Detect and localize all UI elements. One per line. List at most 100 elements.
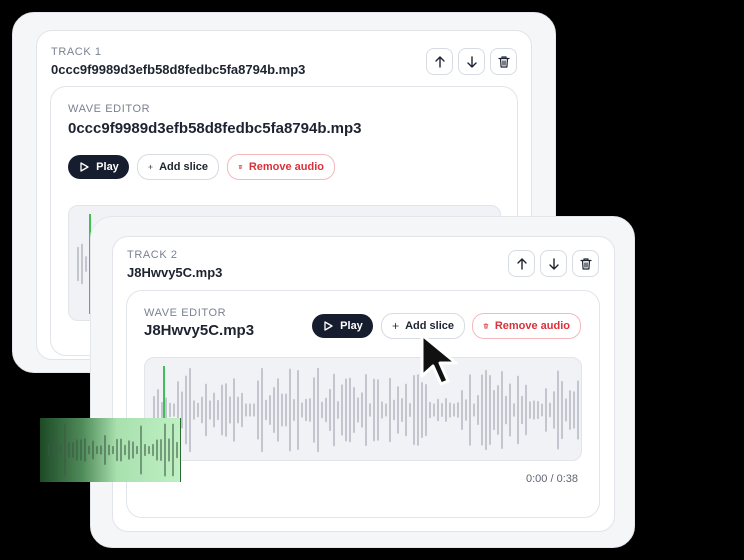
wave-bar <box>116 438 118 462</box>
wave-bar <box>92 440 94 460</box>
wave-bar <box>172 423 174 477</box>
play-button[interactable]: Play <box>68 155 129 179</box>
track-label: TRACK 2 <box>127 249 178 261</box>
wave-bar <box>425 383 427 437</box>
wave-bar <box>68 441 70 459</box>
play-icon <box>324 321 333 331</box>
wave-bar <box>549 402 551 418</box>
wave-bar <box>273 386 275 434</box>
wave-bar <box>52 445 54 455</box>
wave-bar <box>301 402 303 418</box>
wave-bar <box>269 395 271 425</box>
wave-editor-label: WAVE EDITOR <box>68 103 151 115</box>
wave-bar <box>397 386 399 434</box>
wave-bar <box>437 398 439 422</box>
wave-bar <box>108 444 110 456</box>
wave-bar <box>85 256 87 272</box>
track-filename: 0ccc9f9989d3efb58d8fedbc5fa8794b.mp3 <box>51 62 306 77</box>
wave-bar <box>361 392 363 428</box>
delete-track-button[interactable] <box>490 48 517 75</box>
trash-icon <box>497 55 510 68</box>
wave-bar <box>385 403 387 417</box>
wave-bar <box>253 403 255 417</box>
wave-bar <box>305 398 307 422</box>
wave-bar <box>329 388 331 432</box>
wave-bar <box>449 402 451 418</box>
wave-bar <box>185 375 187 445</box>
wave-bar <box>353 386 355 434</box>
play-label: Play <box>96 161 119 173</box>
wave-bar <box>124 444 126 456</box>
wave-bar <box>377 379 379 441</box>
wave-bar <box>193 400 195 420</box>
wave-bar <box>481 374 483 446</box>
arrow-down-icon <box>548 257 559 270</box>
wave-bar <box>96 445 98 455</box>
wave-bar <box>81 243 83 285</box>
move-up-button[interactable] <box>426 48 453 75</box>
wave-bar <box>465 399 467 421</box>
wave-bar <box>433 403 435 417</box>
arrow-down-icon <box>466 55 477 68</box>
trash-icon <box>238 165 243 170</box>
wave-bar <box>373 378 375 442</box>
wave-bar <box>173 403 175 417</box>
wave-bar <box>60 445 62 455</box>
wave-bar <box>321 401 323 419</box>
wave-bar <box>209 400 211 420</box>
wave-bar <box>553 391 555 429</box>
wave-bar <box>521 395 523 425</box>
playback-time: 0:00 / 0:38 <box>526 473 578 485</box>
track-label: TRACK 1 <box>51 46 102 58</box>
add-slice-button[interactable]: Add slice <box>137 154 219 180</box>
wave-bar <box>401 398 403 422</box>
cursor-arrow-icon <box>420 333 458 386</box>
wave-bar <box>48 443 50 457</box>
wave-bar <box>561 380 563 440</box>
wave-bar <box>557 370 559 450</box>
wave-bar <box>205 383 207 437</box>
wave-bar <box>445 397 447 423</box>
wave-bar <box>533 400 535 420</box>
wave-bar <box>381 401 383 419</box>
delete-track-button[interactable] <box>572 250 599 277</box>
remove-audio-button[interactable]: Remove audio <box>227 154 335 180</box>
move-down-button[interactable] <box>540 250 567 277</box>
wave-bar <box>505 395 507 425</box>
wave-bar <box>341 384 343 436</box>
wave-bar <box>313 377 315 443</box>
wave-bar <box>461 390 463 430</box>
wave-editor-2: WAVE EDITOR J8Hwvy5C.mp3 Play Add slice … <box>126 290 600 518</box>
wave-bar <box>413 374 415 446</box>
add-slice-label: Add slice <box>405 320 454 332</box>
wave-bar <box>72 442 74 458</box>
wave-bar <box>140 425 142 475</box>
wave-bar <box>365 373 367 447</box>
wave-bar <box>345 378 347 442</box>
wave-bar <box>517 375 519 445</box>
wave-bar <box>469 374 471 446</box>
wave-bar <box>393 399 395 421</box>
wave-bar <box>453 403 455 417</box>
remove-audio-button[interactable]: Remove audio <box>472 313 581 339</box>
wave-bar <box>136 445 138 455</box>
wave-bar <box>77 246 79 282</box>
slice-region[interactable] <box>40 418 181 482</box>
wave-bar <box>100 445 102 455</box>
waveform[interactable] <box>144 357 582 461</box>
wave-bar <box>421 381 423 439</box>
wave-bar <box>525 384 527 436</box>
wave-bar <box>349 377 351 443</box>
play-label: Play <box>340 320 363 332</box>
arrow-up-icon <box>434 55 445 68</box>
wave-bar <box>309 398 311 422</box>
track-panel-2: TRACK 2 J8Hwvy5C.mp3 WAVE EDITOR J8Hwvy5… <box>90 216 635 548</box>
wave-bar <box>160 439 162 461</box>
wave-bar <box>457 402 459 418</box>
plus-icon <box>392 322 399 330</box>
move-up-button[interactable] <box>508 250 535 277</box>
wave-bar <box>56 434 58 466</box>
wave-bar <box>181 391 183 429</box>
play-button[interactable]: Play <box>312 314 373 338</box>
move-down-button[interactable] <box>458 48 485 75</box>
